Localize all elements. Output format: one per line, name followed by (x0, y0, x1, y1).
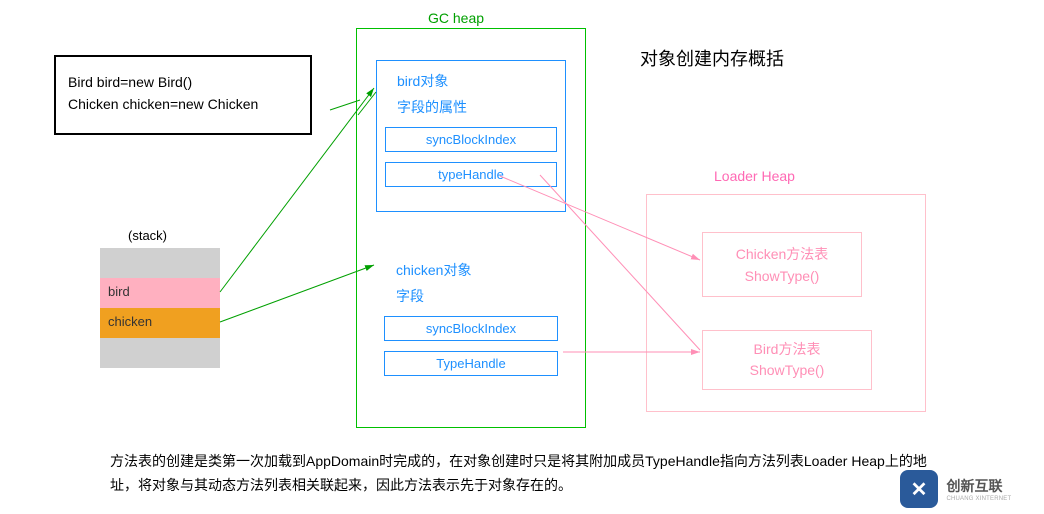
bird-object-box: bird对象 字段的属性 syncBlockIndex typeHandle (376, 60, 566, 212)
stack-container: bird chicken (100, 248, 220, 368)
bird-showtype-label: ShowType() (703, 360, 871, 381)
stack-empty-top (100, 248, 220, 278)
stack-bird-slot: bird (100, 278, 220, 308)
logo-brand-main: 创新互联 (946, 478, 1002, 494)
code-line-1: Bird bird=new Bird() (68, 71, 298, 93)
loader-heap-title: Loader Heap (714, 168, 795, 184)
logo-brand-text: 创新互联 CHUANG XINTERNET (946, 476, 1011, 502)
bird-method-table-label: Bird方法表 (703, 339, 871, 360)
stack-empty-bottom (100, 338, 220, 368)
gc-heap-title: GC heap (428, 10, 484, 26)
chicken-fields-label: 字段 (396, 286, 558, 306)
logo-brand-sub: CHUANG XINTERNET (946, 496, 1011, 502)
chicken-typehandle-box: TypeHandle (384, 351, 558, 376)
footer-description: 方法表的创建是类第一次加载到AppDomain时完成的，在对象创建时只是将其附加… (110, 450, 930, 498)
stack-chicken-slot: chicken (100, 308, 220, 338)
code-line-2: Chicken chicken=new Chicken (68, 93, 298, 115)
chicken-object-box: chicken对象 字段 syncBlockIndex TypeHandle (376, 250, 566, 400)
stack-title: (stack) (128, 228, 167, 243)
chicken-method-table: Chicken方法表 ShowType() (702, 232, 862, 297)
bird-typehandle-box: typeHandle (385, 162, 557, 187)
bird-syncblockindex-box: syncBlockIndex (385, 127, 557, 152)
bird-fields-label: 字段的属性 (397, 97, 557, 117)
chicken-object-label: chicken对象 (396, 260, 558, 280)
chicken-syncblockindex-box: syncBlockIndex (384, 316, 558, 341)
bird-method-table: Bird方法表 ShowType() (702, 330, 872, 390)
logo-badge-icon: ✕ (900, 470, 938, 508)
bird-object-label: bird对象 (397, 71, 557, 91)
chicken-method-table-label: Chicken方法表 (703, 243, 861, 265)
brand-logo: ✕ 创新互联 CHUANG XINTERNET (900, 470, 1040, 510)
arrow-chicken-to-heap (220, 265, 374, 322)
main-title: 对象创建内存概括 (640, 45, 784, 71)
code-declaration-box: Bird bird=new Bird() Chicken chicken=new… (54, 55, 312, 135)
chicken-showtype-label: ShowType() (703, 265, 861, 287)
